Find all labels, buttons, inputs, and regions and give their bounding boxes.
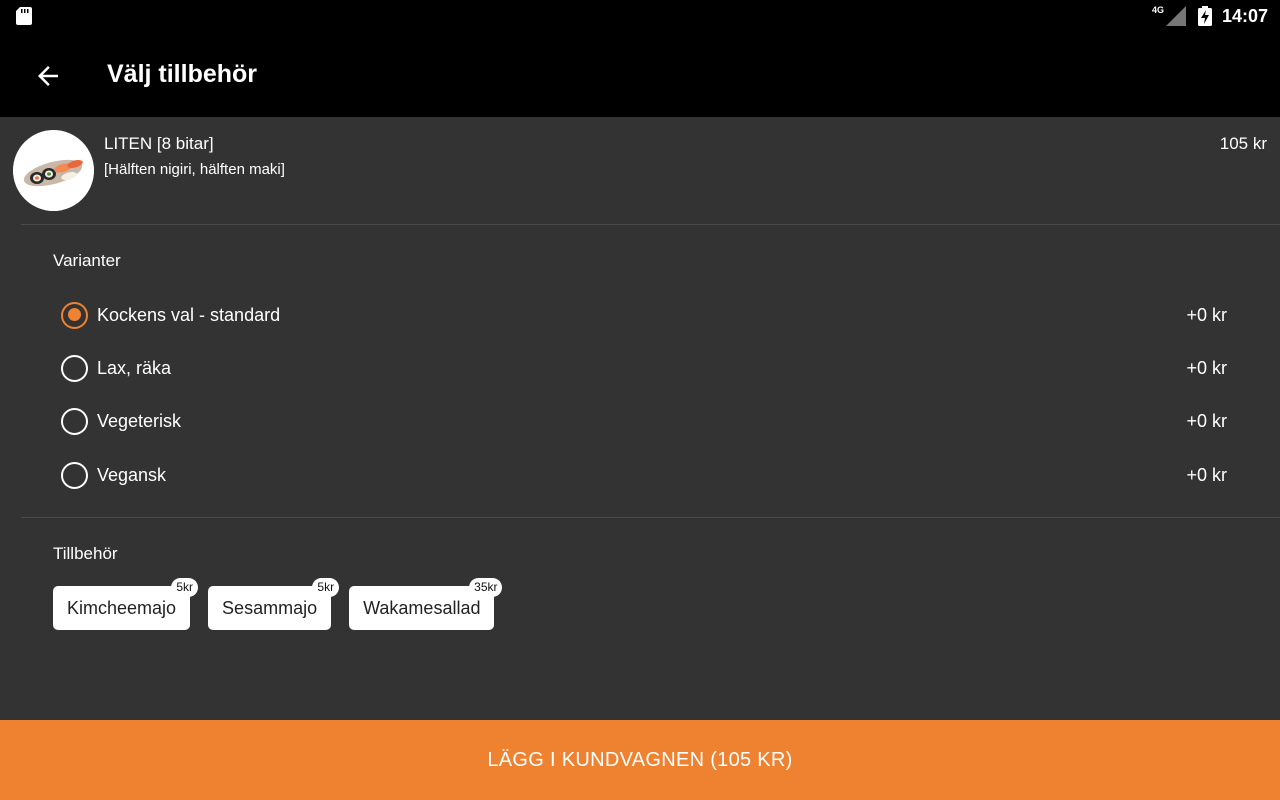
cell-signal-icon xyxy=(1165,6,1186,26)
chip-price-badge: 5kr xyxy=(171,578,199,597)
chip-label: Wakamesallad xyxy=(363,597,481,618)
product-price: 105 kr xyxy=(1219,134,1267,153)
radio-button[interactable] xyxy=(61,461,88,489)
product-description: [Hälften nigiri, hälften maki] xyxy=(104,161,285,178)
variant-price: +0 kr xyxy=(1186,357,1227,378)
variant-label: Kockens val - standard xyxy=(97,304,281,325)
divider xyxy=(21,517,1280,518)
add-to-cart-button[interactable]: LÄGG I KUNDVAGNEN (105 KR) xyxy=(0,720,1280,800)
variant-label: Lax, räka xyxy=(97,357,172,378)
radio-button[interactable] xyxy=(61,354,88,382)
status-bar: 4G 14:07 xyxy=(0,0,1280,32)
variant-price: +0 kr xyxy=(1186,304,1227,325)
variant-price: +0 kr xyxy=(1186,410,1227,431)
variant-option-vegansk[interactable]: Vegansk +0 kr xyxy=(53,451,1243,499)
status-clock: 14:07 xyxy=(1221,5,1268,26)
variants-section-label: Varianter xyxy=(53,251,121,270)
variant-option-vegeterisk[interactable]: Vegeterisk +0 kr xyxy=(53,397,1243,445)
battery-charging-icon xyxy=(1197,6,1212,26)
variant-option-kockens-val[interactable]: Kockens val - standard +0 kr xyxy=(53,291,1243,339)
accessory-chip-group: Kimcheemajo 5kr Sesammajo 5kr Wakamesall… xyxy=(53,578,503,630)
divider xyxy=(21,224,1280,225)
chip-label: Sesammajo xyxy=(222,597,318,618)
product-image xyxy=(13,130,94,211)
variant-option-lax-raka[interactable]: Lax, räka +0 kr xyxy=(53,344,1243,392)
variant-label: Vegeterisk xyxy=(97,410,182,431)
arrow-back-icon xyxy=(38,66,58,86)
product-name: LITEN [8 bitar] xyxy=(104,134,214,153)
network-type-label: 4G xyxy=(1151,5,1164,15)
radio-button-selected[interactable] xyxy=(61,301,88,329)
app-bar: Välj tillbehör xyxy=(0,32,1280,117)
accessory-chip-sesammajo[interactable]: Sesammajo 5kr xyxy=(208,578,340,630)
variant-price: +0 kr xyxy=(1186,464,1227,485)
variant-label: Vegansk xyxy=(97,464,167,485)
accessory-chip-wakamesallad[interactable]: Wakamesallad 35kr xyxy=(349,578,503,630)
chip-label: Kimcheemajo xyxy=(67,597,177,618)
page-title: Välj tillbehör xyxy=(107,60,258,88)
radio-button[interactable] xyxy=(61,407,88,435)
chip-price-badge: 5kr xyxy=(312,578,340,597)
accessories-section-label: Tillbehör xyxy=(53,544,118,563)
accessory-chip-kimcheemajo[interactable]: Kimcheemajo 5kr xyxy=(53,578,199,630)
sd-card-icon xyxy=(16,7,32,25)
chip-price-badge: 35kr xyxy=(469,578,503,597)
back-button[interactable] xyxy=(24,52,72,100)
